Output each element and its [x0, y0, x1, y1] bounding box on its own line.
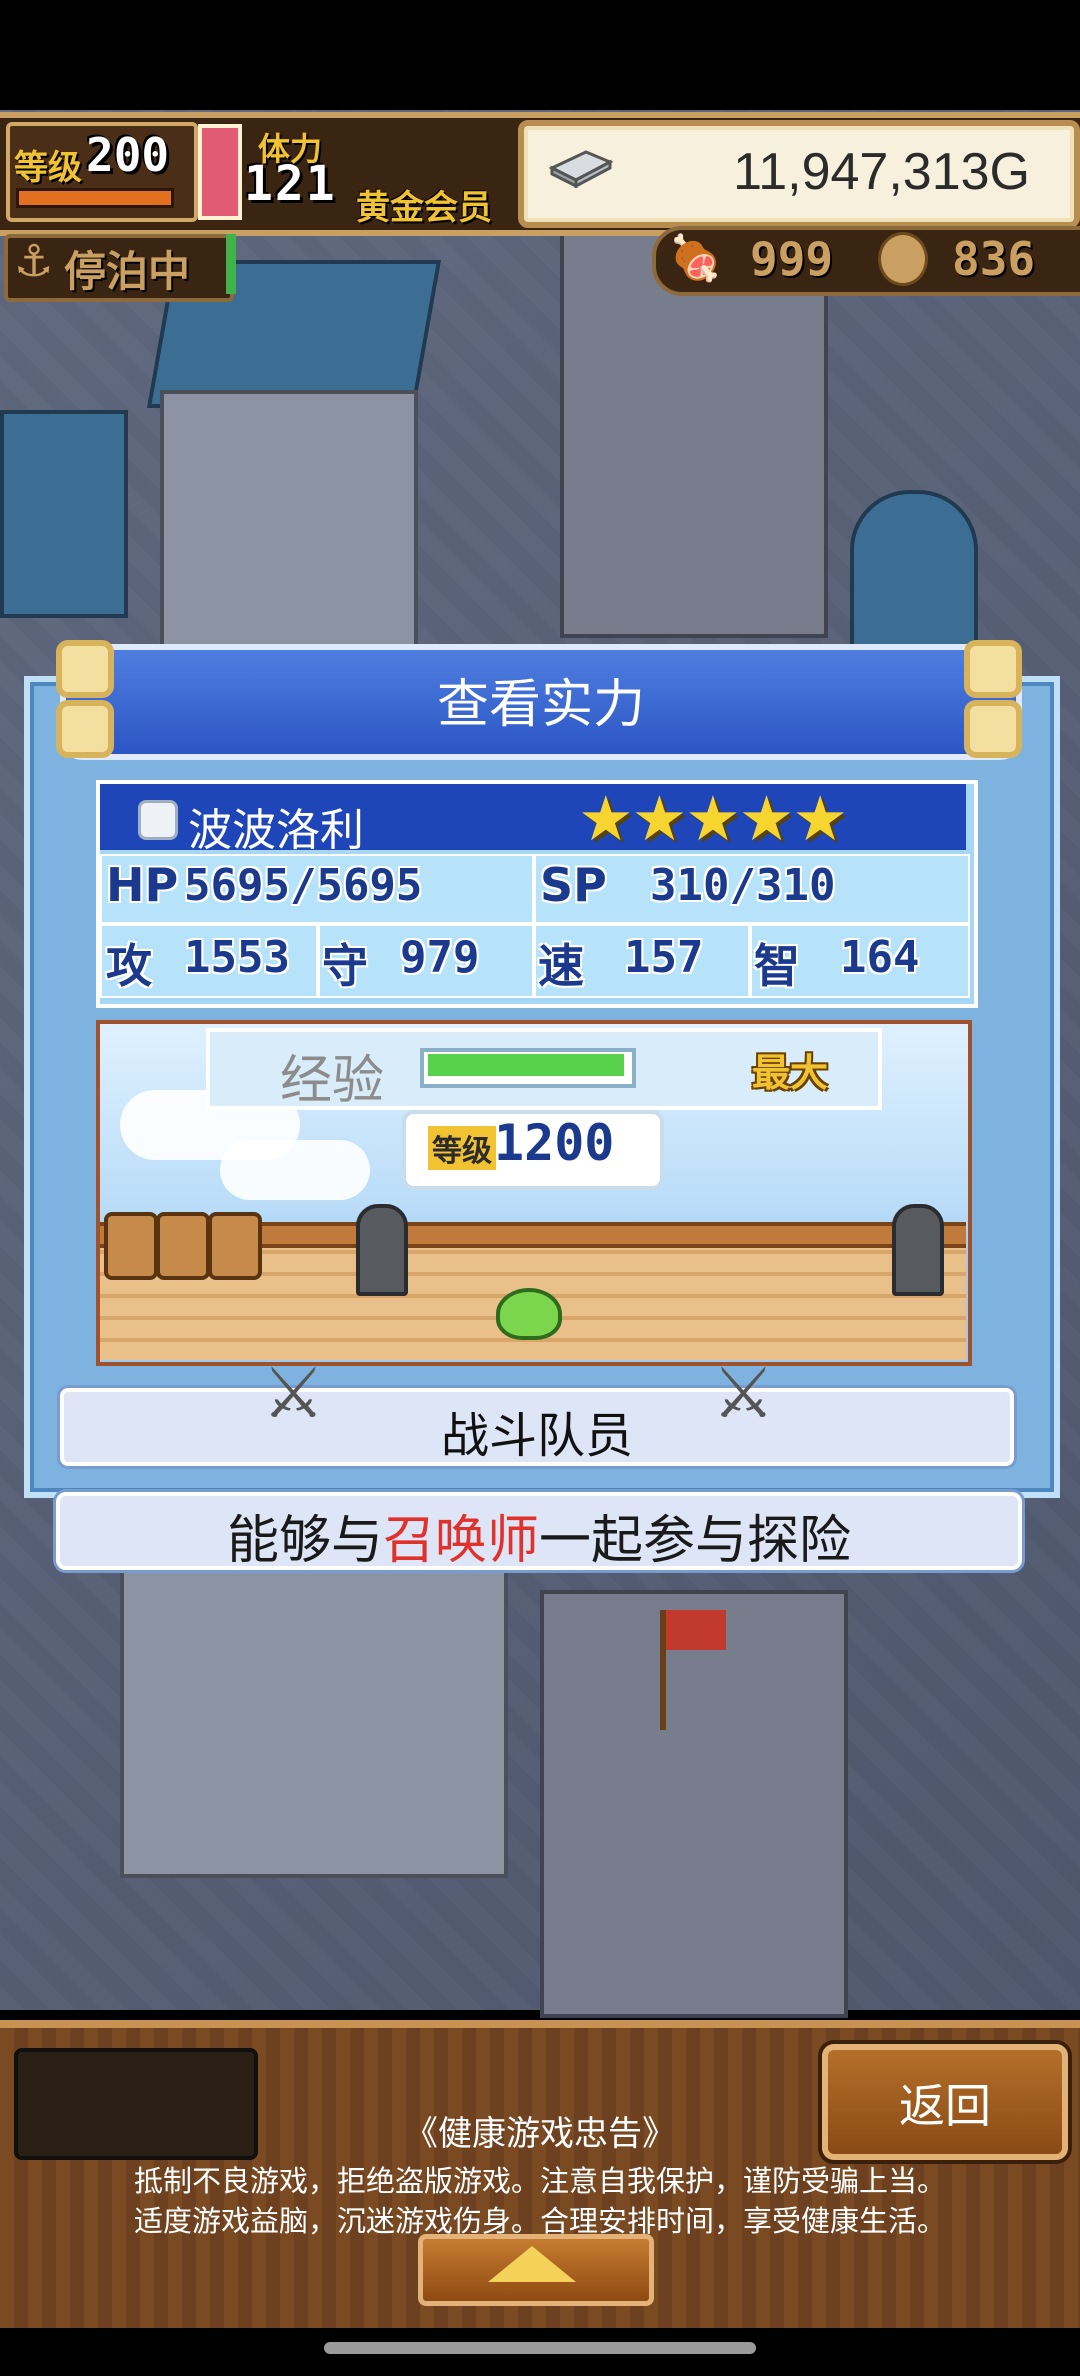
tower-roof	[850, 490, 978, 658]
player-level-value: 200	[86, 128, 170, 182]
moored-status-label: 停泊中	[64, 247, 191, 296]
vip-badge: 黄金会员	[356, 188, 492, 228]
hp-value: 5695/5695	[184, 860, 423, 911]
hp-label: HP	[106, 858, 179, 912]
anchor-icon: ⚓	[14, 236, 54, 287]
home-indicator[interactable]	[324, 2342, 756, 2354]
def-label: 守	[322, 939, 368, 993]
spd-value: 157	[624, 932, 704, 983]
food-amount: 999	[750, 232, 834, 286]
character-level-label: 等级	[428, 1126, 496, 1170]
def-value: 979	[400, 932, 480, 983]
barrel	[208, 1212, 262, 1280]
cannon	[356, 1204, 408, 1296]
description-part: 一起参与探险	[539, 1511, 852, 1571]
exp-label: 经验	[280, 1051, 385, 1111]
player-level-label: 等级	[14, 148, 82, 188]
cloud	[220, 1140, 370, 1200]
lower-tower	[540, 1590, 848, 2018]
element-icon	[138, 800, 178, 840]
food-icon: 🍖	[668, 233, 723, 284]
description-highlight: 召唤师	[382, 1511, 539, 1571]
moored-indicator	[226, 234, 236, 294]
health-notice-title: 《健康游戏忠告》	[404, 2114, 676, 2154]
cannon	[892, 1204, 944, 1296]
int-label: 智	[754, 939, 800, 993]
atk-label: 攻	[106, 939, 152, 993]
sp-value: 310/310	[650, 860, 836, 911]
spd-label: 速	[538, 939, 584, 993]
barrel	[156, 1212, 210, 1280]
stamina-value: 121	[244, 156, 337, 212]
sp-label: SP	[540, 858, 607, 912]
stamina-gauge	[198, 124, 242, 220]
description-text: 能够与召唤师一起参与探险	[56, 1498, 1022, 1573]
up-arrow-icon	[488, 2246, 576, 2282]
description-part: 能够与	[226, 1511, 383, 1571]
flag	[666, 1610, 726, 1650]
character-name: 波波洛利	[188, 805, 364, 856]
character-level-value: 1200	[494, 1114, 615, 1172]
left-roof	[0, 410, 128, 618]
medal-amount: 836	[952, 232, 1036, 286]
exp-max-label: 最大	[752, 1051, 829, 1095]
player-exp-bar	[16, 188, 174, 208]
health-notice-line: 抵制不良游戏，拒绝盗版游戏。注意自我保护，谨防受骗上当。	[133, 2164, 946, 2198]
barrel	[104, 1212, 158, 1280]
int-value: 164	[840, 932, 920, 983]
silver-bar-icon	[548, 150, 614, 188]
exp-bar-fill	[428, 1054, 624, 1076]
dialog-title: 查看实力	[436, 675, 645, 735]
rarity-stars: ★★★★★	[578, 782, 848, 855]
atk-value: 1553	[184, 932, 290, 983]
medal-coin-icon	[878, 232, 928, 286]
gold-amount: 11,947,313G	[733, 143, 1030, 201]
combat-member-label: 战斗队员	[440, 1408, 633, 1464]
slime-character-sprite	[496, 1288, 562, 1340]
